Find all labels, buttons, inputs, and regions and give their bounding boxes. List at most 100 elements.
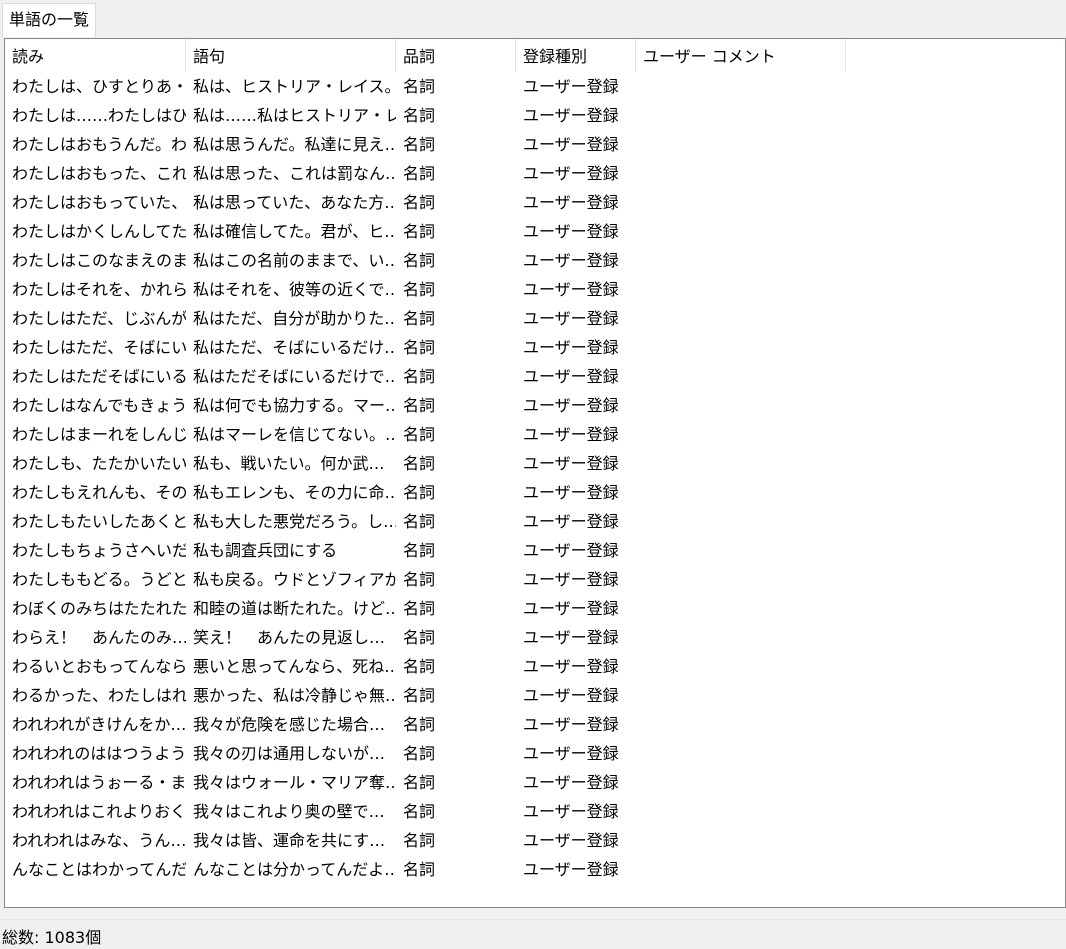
cell-part-of-speech: 名詞 <box>403 338 436 357</box>
cell-part-of-speech: 名詞 <box>403 773 436 792</box>
cell-user-comment <box>636 449 846 478</box>
cell-part-of-speech: 名詞 <box>403 193 436 212</box>
cell-phrase: 私もエレンも、その力に命… <box>193 483 396 502</box>
table-row[interactable]: わたしもたいしたあくと… 私も大した悪党だろう。し… 名詞 ユーザー登録 <box>5 507 1065 536</box>
table-row[interactable]: われわれがきけんをか… 我々が危険を感じた場合… 名詞 ユーザー登録 <box>5 710 1065 739</box>
cell-registration-type: ユーザー登録 <box>523 164 619 183</box>
cell-part-of-speech: 名詞 <box>403 454 436 473</box>
cell-registration-type: ユーザー登録 <box>523 860 619 879</box>
cell-user-comment <box>636 710 846 739</box>
cell-part-of-speech: 名詞 <box>403 106 436 125</box>
column-header-registration-type[interactable]: 登録種別 <box>516 39 636 72</box>
cell-reading: わたしも、たたかいたい… <box>12 454 186 473</box>
table-row[interactable]: わたしもちょうさへいだ… 私も調査兵団にする 名詞 ユーザー登録 <box>5 536 1065 565</box>
cell-part-of-speech: 名詞 <box>403 309 436 328</box>
cell-registration-type: ユーザー登録 <box>523 251 619 270</box>
column-header-user-comment[interactable]: ユーザー コメント <box>636 39 846 72</box>
cell-registration-type: ユーザー登録 <box>523 367 619 386</box>
list-rows: わたしは、ひすとりあ・…私は、ヒストリア・レイス。こ…名詞ユーザー登録わたしは…… <box>5 72 1065 884</box>
cell-registration-type: ユーザー登録 <box>523 541 619 560</box>
cell-part-of-speech: 名詞 <box>403 802 436 821</box>
cell-reading: んなことはわかってんだ… <box>12 860 186 879</box>
table-row[interactable]: わたしはおもっていた、… 私は思っていた、あなた方… 名詞 ユーザー登録 <box>5 188 1065 217</box>
cell-phrase: 和睦の道は断たれた。けど… <box>193 599 396 618</box>
table-row[interactable]: わらえ！ あんたのみ… 笑え！ あんたの見返し… 名詞 ユーザー登録 <box>5 623 1065 652</box>
table-row[interactable]: わぼくのみちはたたれた… 和睦の道は断たれた。けど… 名詞 ユーザー登録 <box>5 594 1065 623</box>
cell-user-comment <box>636 246 846 275</box>
cell-registration-type: ユーザー登録 <box>523 744 619 763</box>
cell-reading: わたしはおもった、これ… <box>12 164 186 183</box>
table-row[interactable]: わたしもえれんも、その… 私もエレンも、その力に命… 名詞 ユーザー登録 <box>5 478 1065 507</box>
tab-word-list[interactable]: 単語の一覧 <box>2 3 97 37</box>
cell-reading: われわれはこれよりおく… <box>12 802 186 821</box>
cell-user-comment <box>636 188 846 217</box>
cell-phrase: 私はマーレを信じてない。… <box>193 425 396 444</box>
cell-phrase: 我々の刃は通用しないが… <box>193 744 386 763</box>
cell-phrase: 私は、ヒストリア・レイス。こ… <box>193 77 396 96</box>
cell-registration-type: ユーザー登録 <box>523 396 619 415</box>
table-row[interactable]: わたしはこのなまえのま… 私はこの名前のままで、い… 名詞 ユーザー登録 <box>5 246 1065 275</box>
cell-phrase: 私は何でも協力する。マー… <box>193 396 396 415</box>
cell-user-comment <box>636 478 846 507</box>
table-row[interactable]: わたしはおもった、これ… 私は思った、これは罰なん… 名詞 ユーザー登録 <box>5 159 1065 188</box>
table-row[interactable]: んなことはわかってんだ… んなことは分かってんだよ… 名詞 ユーザー登録 <box>5 855 1065 884</box>
cell-reading: われわれはうぉーる・ま… <box>12 773 186 792</box>
cell-registration-type: ユーザー登録 <box>523 483 619 502</box>
table-row[interactable]: われわれはみな、うん… 我々は皆、運命を共にす… 名詞 ユーザー登録 <box>5 826 1065 855</box>
cell-registration-type: ユーザー登録 <box>523 425 619 444</box>
cell-phrase: んなことは分かってんだよ… <box>193 860 396 879</box>
table-row[interactable]: わるいとおもってんなら… 悪いと思ってんなら、死ね… 名詞 ユーザー登録 <box>5 652 1065 681</box>
table-row[interactable]: わたしは、ひすとりあ・… 私は、ヒストリア・レイス。こ… 名詞 ユーザー登録 <box>5 72 1065 101</box>
column-header-reading[interactable]: 読み <box>5 39 186 72</box>
cell-reading: わるいとおもってんなら… <box>12 657 186 676</box>
cell-user-comment <box>636 652 846 681</box>
cell-part-of-speech: 名詞 <box>403 135 436 154</box>
table-row[interactable]: われわれのははつうよう… 我々の刃は通用しないが… 名詞 ユーザー登録 <box>5 739 1065 768</box>
table-row[interactable]: わたしはおもうんだ。わ… 私は思うんだ。私達に見え… 名詞 ユーザー登録 <box>5 130 1065 159</box>
table-row[interactable]: わるかった、わたしはれ… 悪かった、私は冷静じゃ無… 名詞 ユーザー登録 <box>5 681 1065 710</box>
cell-registration-type: ユーザー登録 <box>523 454 619 473</box>
table-row[interactable]: われわれはうぉーる・ま… 我々はウォール・マリア奪… 名詞 ユーザー登録 <box>5 768 1065 797</box>
cell-phrase: 笑え！ あんたの見返し… <box>193 628 386 647</box>
column-header-phrase[interactable]: 語句 <box>186 39 396 72</box>
cell-registration-type: ユーザー登録 <box>523 106 619 125</box>
table-row[interactable]: わたしも、たたかいたい… 私も、戦いたい。何か武… 名詞 ユーザー登録 <box>5 449 1065 478</box>
cell-reading: わたしはなんでもきょう… <box>12 396 186 415</box>
cell-phrase: 私は……私はヒストリア・レ… <box>193 106 396 125</box>
cell-reading: わたしはおもうんだ。わ… <box>12 135 186 154</box>
cell-phrase: 私は思った、これは罰なん… <box>193 164 396 183</box>
cell-part-of-speech: 名詞 <box>403 425 436 444</box>
table-row[interactable]: わたしは……わたしはひ… 私は……私はヒストリア・レ… 名詞 ユーザー登録 <box>5 101 1065 130</box>
cell-user-comment <box>636 130 846 159</box>
cell-registration-type: ユーザー登録 <box>523 193 619 212</box>
table-row[interactable]: わたしはただそばにいる… 私はただそばにいるだけで… 名詞 ユーザー登録 <box>5 362 1065 391</box>
cell-registration-type: ユーザー登録 <box>523 222 619 241</box>
table-row[interactable]: わたしはただ、じぶんが… 私はただ、自分が助かりた… 名詞 ユーザー登録 <box>5 304 1065 333</box>
cell-registration-type: ユーザー登録 <box>523 309 619 328</box>
table-row[interactable]: わたしはまーれをしんじ… 私はマーレを信じてない。… 名詞 ユーザー登録 <box>5 420 1065 449</box>
cell-reading: わたしは、ひすとりあ・… <box>12 77 186 96</box>
table-row[interactable]: わたしはそれを、かれら… 私はそれを、彼等の近くで… 名詞 ユーザー登録 <box>5 275 1065 304</box>
cell-part-of-speech: 名詞 <box>403 541 436 560</box>
word-list-view[interactable]: 読み 語句 品詞 登録種別 ユーザー コメント わたしは、ひすとりあ・… 私は、ヒ… <box>4 38 1066 908</box>
cell-registration-type: ユーザー登録 <box>523 831 619 850</box>
cell-user-comment <box>636 217 846 246</box>
table-row[interactable]: われわれはこれよりおく… 我々はこれより奥の壁で… 名詞 ユーザー登録 <box>5 797 1065 826</box>
cell-user-comment <box>636 594 846 623</box>
table-row[interactable]: わたしはただ、そばにい… 私はただ、そばにいるだけ… 名詞 ユーザー登録 <box>5 333 1065 362</box>
table-row[interactable]: わたしももどる。うどと… 私も戻る。ウドとゾフィアが… 名詞 ユーザー登録 <box>5 565 1065 594</box>
column-header-part-of-speech[interactable]: 品詞 <box>396 39 516 72</box>
table-row[interactable]: わたしはかくしんしてた… 私は確信してた。君が、ヒ… 名詞 ユーザー登録 <box>5 217 1065 246</box>
cell-user-comment <box>636 72 846 101</box>
table-row[interactable]: わたしはなんでもきょう… 私は何でも協力する。マー… 名詞 ユーザー登録 <box>5 391 1065 420</box>
cell-user-comment <box>636 797 846 826</box>
cell-reading: わたしはただそばにいる… <box>12 367 186 386</box>
cell-phrase: 私は思うんだ。私達に見え… <box>193 135 396 154</box>
cell-part-of-speech: 名詞 <box>403 831 436 850</box>
cell-part-of-speech: 名詞 <box>403 396 436 415</box>
cell-user-comment <box>636 855 846 884</box>
cell-phrase: 私はそれを、彼等の近くで… <box>193 280 396 299</box>
cell-part-of-speech: 名詞 <box>403 715 436 734</box>
cell-user-comment <box>636 623 846 652</box>
cell-phrase: 我々は皆、運命を共にす… <box>193 831 386 850</box>
